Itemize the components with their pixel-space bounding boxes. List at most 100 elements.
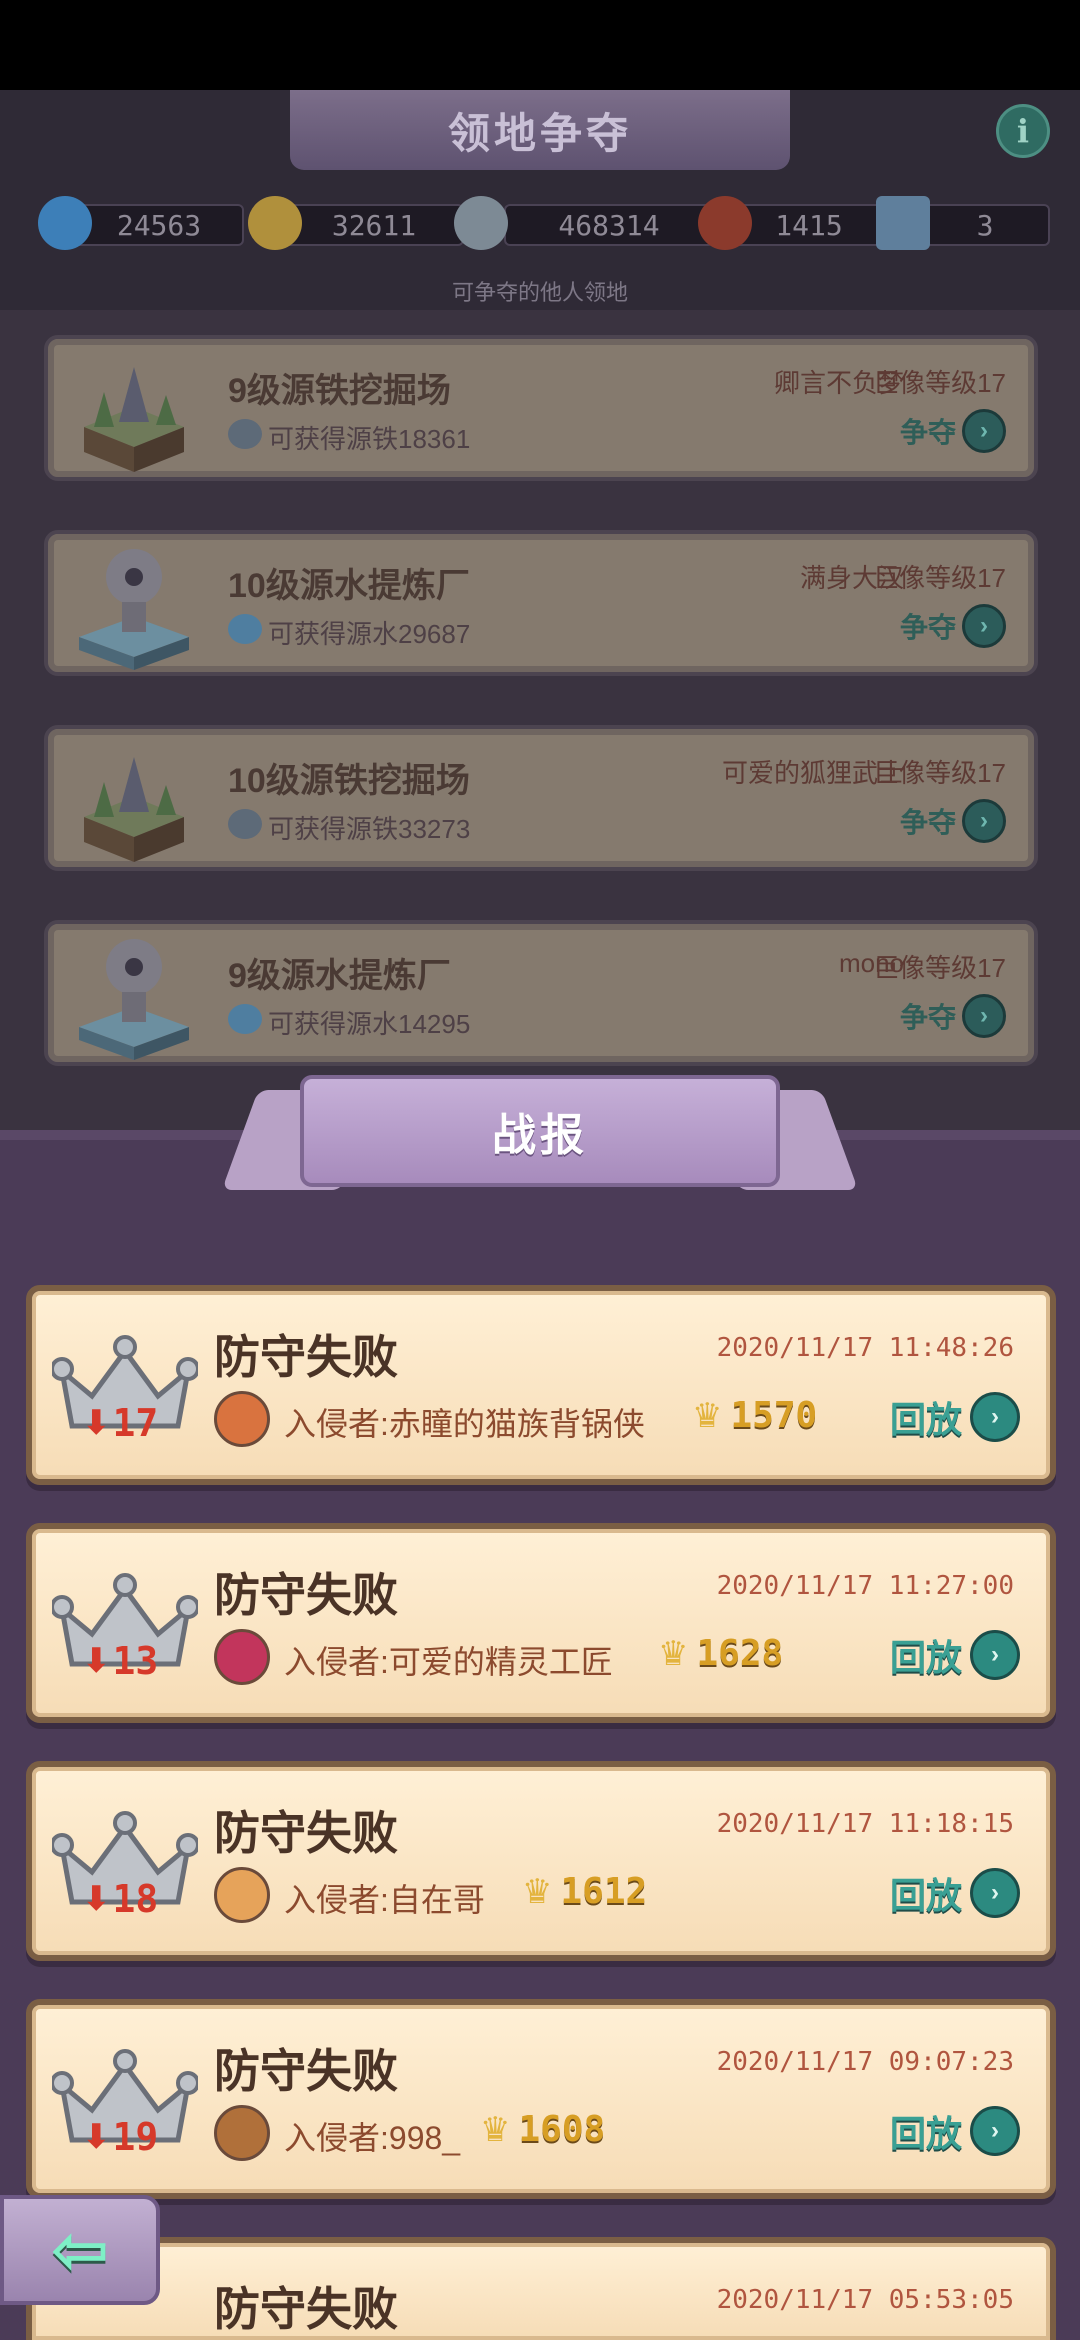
replay-label: 回放 [889, 1637, 962, 1678]
contest-button[interactable]: 争夺 › [900, 409, 1006, 453]
avatar [214, 1391, 270, 1447]
trophy-value: 1608 [518, 2109, 606, 2150]
replay-button[interactable]: 回放 › [890, 2105, 1020, 2157]
invader-name: 入侵者:998_ [284, 2120, 461, 2156]
replay-button[interactable]: 回放 › [890, 1867, 1020, 1919]
territory-gain: 可获得源铁18361 [268, 424, 471, 454]
arrow-down-icon: ⬇ [82, 2118, 111, 2156]
status-bar [0, 0, 1080, 90]
battle-result: 防守失败 [214, 1331, 398, 1383]
trophy-loss: ⬇ 13 [82, 1639, 158, 1683]
battle-report-item: 防守失败 2020/11/17 05:53:05 [26, 2237, 1056, 2340]
territory-name: 10级源水提炼厂 [228, 567, 470, 605]
battle-result: 防守失败 [214, 2283, 398, 2335]
play-arrow-icon: › [970, 1392, 1020, 1442]
territory-name: 10级源铁挖掘场 [228, 762, 470, 800]
play-arrow-icon: › [970, 1630, 1020, 1680]
chevron-right-icon: › [962, 409, 1006, 453]
resource-scroll-value: 1415 [734, 204, 884, 246]
territory-level: 巨像等级17 [873, 368, 1006, 398]
battle-report-item: ⬇ 19 防守失败 2020/11/17 09:07:23 入侵者:998_ ♛… [26, 1999, 1056, 2199]
iron-mine-icon [84, 757, 184, 862]
replay-button[interactable]: 回放 › [890, 1391, 1020, 1443]
scroll-icon [698, 196, 752, 250]
invader-name: 入侵者:可爱的精灵工匠 [284, 1644, 613, 1680]
water-refinery-icon [79, 549, 189, 670]
chevron-right-icon: › [962, 799, 1006, 843]
gold-coin-icon [248, 196, 302, 250]
arrow-down-icon: ⬇ [82, 1880, 111, 1918]
crown-small-icon: ♛ [692, 1396, 723, 1435]
info-button[interactable]: i [996, 104, 1050, 158]
trophy-value: 1570 [730, 1395, 818, 1436]
territory-gain: 可获得源水14295 [268, 1009, 471, 1039]
contest-button[interactable]: 争夺 › [900, 799, 1006, 843]
resource-bar: 24563 32611 468314 1415 3 [34, 190, 1050, 260]
territory-name: 9级源水提炼厂 [228, 957, 451, 995]
replay-label: 回放 [889, 1399, 962, 1440]
battle-result: 防守失败 [214, 1807, 398, 1859]
battle-report-item: ⬇ 18 防守失败 2020/11/17 11:18:15 入侵者:自在哥 ♛ … [26, 1761, 1056, 1961]
battle-report-item: ⬇ 17 防守失败 2020/11/17 11:48:26 入侵者:赤瞳的猫族背… [26, 1285, 1056, 1485]
territory-subtitle: 可争夺的他人领地 [451, 280, 628, 305]
battle-result: 防守失败 [214, 2045, 398, 2097]
territory-level: 巨像等级17 [873, 563, 1006, 593]
chevron-right-icon: › [962, 604, 1006, 648]
invader-trophy: ♛ 1628 [658, 1633, 783, 1674]
invader-name: 入侵者:自在哥 [284, 1882, 485, 1918]
crown-small-icon: ♛ [658, 1634, 689, 1673]
arrow-down-icon: ⬇ [82, 1404, 111, 1442]
chevron-right-icon: › [962, 994, 1006, 1038]
iron-mine-icon [84, 367, 184, 472]
trophy-loss-value: 19 [112, 2115, 159, 2159]
contest-button[interactable]: 争夺 › [900, 604, 1006, 648]
trophy-loss-value: 18 [112, 1877, 159, 1921]
battle-time: 2020/11/17 11:27:00 [716, 1571, 1014, 1601]
contest-label: 争夺 [899, 417, 956, 448]
contest-label: 争夺 [899, 807, 956, 838]
arrow-left-icon: ⇦ [50, 2211, 110, 2289]
trophy-loss: ⬇ 18 [82, 1877, 158, 1921]
resource-water-value: 24563 [74, 204, 244, 246]
battle-report-title: 战报 [300, 1075, 780, 1187]
battle-time: 2020/11/17 11:18:15 [716, 1809, 1014, 1839]
trophy-loss: ⬇ 19 [82, 2115, 158, 2159]
battle-report-item: ⬇ 13 防守失败 2020/11/17 11:27:00 入侵者:可爱的精灵工… [26, 1523, 1056, 1723]
avatar [214, 1629, 270, 1685]
contest-button[interactable]: 争夺 › [900, 994, 1006, 1038]
crown-small-icon: ♛ [480, 2110, 511, 2149]
replay-label: 回放 [889, 2113, 962, 2154]
water-drop-icon [228, 614, 262, 644]
battle-time: 2020/11/17 11:48:26 [716, 1333, 1014, 1363]
invader-trophy: ♛ 1608 [480, 2109, 605, 2150]
avatar [214, 1867, 270, 1923]
crown-small-icon: ♛ [522, 1872, 553, 1911]
iron-ore-icon [228, 419, 262, 449]
replay-button[interactable]: 回放 › [890, 1629, 1020, 1681]
territory-item: 10级源水提炼厂 可获得源水29687 满身大汉 巨像等级17 争夺 › [44, 530, 1038, 676]
arrow-down-icon: ⬇ [82, 1642, 111, 1680]
resource-iron-value: 468314 [504, 204, 714, 246]
territory-level: 巨像等级17 [873, 953, 1006, 983]
trophy-loss-value: 17 [112, 1401, 159, 1445]
back-button[interactable]: ⇦ [0, 2195, 160, 2305]
water-drop-icon [38, 196, 92, 250]
territory-item: 10级源铁挖掘场 可获得源铁33273 可爱的狐狸武士 巨像等级17 争夺 › [44, 725, 1038, 871]
contest-label: 争夺 [899, 612, 956, 643]
trophy-loss: ⬇ 17 [82, 1401, 158, 1445]
water-refinery-icon [79, 939, 189, 1060]
resource-gold-value: 32611 [284, 204, 464, 246]
iron-ore-icon [228, 809, 262, 839]
play-arrow-icon: › [970, 2106, 1020, 2156]
trophy-value: 1628 [696, 1633, 784, 1674]
territory-item: 9级源水提炼厂 可获得源水14295 mono 巨像等级17 争夺 › [44, 920, 1038, 1066]
replay-label: 回放 [889, 1875, 962, 1916]
battle-result: 防守失败 [214, 1569, 398, 1621]
trophy-loss-value: 13 [112, 1639, 159, 1683]
card-icon [876, 196, 930, 250]
iron-ore-icon [454, 196, 508, 250]
territory-level: 巨像等级17 [873, 758, 1006, 788]
avatar [214, 2105, 270, 2161]
territory-gain: 可获得源铁33273 [268, 814, 471, 844]
resource-card-value: 3 [920, 204, 1050, 246]
